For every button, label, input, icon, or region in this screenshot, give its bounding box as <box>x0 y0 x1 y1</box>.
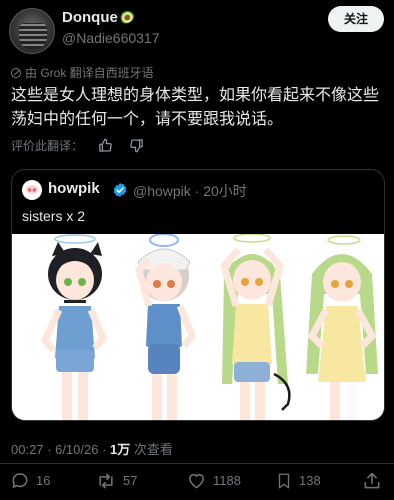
avatar[interactable] <box>9 8 55 54</box>
views-count: 1万 <box>110 442 131 457</box>
repost-icon <box>99 473 113 488</box>
translation-note: 由 Grok 翻译自西班牙语 <box>11 64 154 81</box>
heart-icon <box>189 473 204 488</box>
author-handle[interactable]: @Nadie660317 <box>62 30 160 46</box>
quoted-text: sisters x 2 <box>22 208 86 224</box>
quoted-handle-time: @howpik · 20小时 <box>133 183 247 199</box>
tweet-timestamp[interactable]: 00:27 · 6/10/26 · 1万 次查看 <box>11 439 173 458</box>
follow-button[interactable]: 关注 <box>328 6 384 32</box>
quoted-avatar[interactable] <box>22 180 42 200</box>
quoted-author-name[interactable]: howpik <box>48 180 100 197</box>
repost-button[interactable]: 57 <box>95 466 137 494</box>
quoted-tweet[interactable]: howpik @howpik · 20小时 sisters x 2 <box>11 169 385 421</box>
like-button[interactable]: 1188 <box>186 466 241 494</box>
share-button[interactable] <box>362 466 382 494</box>
tweet-header: Donque @Nadie660317 关注 <box>0 0 394 56</box>
tweet-text: 这些是女人理想的身体类型，如果你看起来不像这些荡妇中的任何一个，请不要跟我说话。 <box>11 87 380 128</box>
action-bar: 16 57 1188 138 <box>0 464 394 500</box>
share-icon <box>364 472 380 488</box>
grok-icon <box>11 68 21 78</box>
quoted-image[interactable] <box>12 234 384 421</box>
avocado-emoji-icon <box>117 8 136 26</box>
verified-badge-icon <box>113 183 127 197</box>
author-display-name[interactable]: Donque <box>62 8 136 26</box>
reply-icon <box>12 472 28 488</box>
rate-translation-row: 评价此翻译： <box>11 137 144 153</box>
bookmark-icon <box>278 473 290 488</box>
thumbs-up-icon[interactable] <box>98 138 113 153</box>
reply-button[interactable]: 16 <box>10 466 50 494</box>
bookmark-button[interactable]: 138 <box>275 466 321 494</box>
thumbs-down-icon[interactable] <box>129 138 144 153</box>
